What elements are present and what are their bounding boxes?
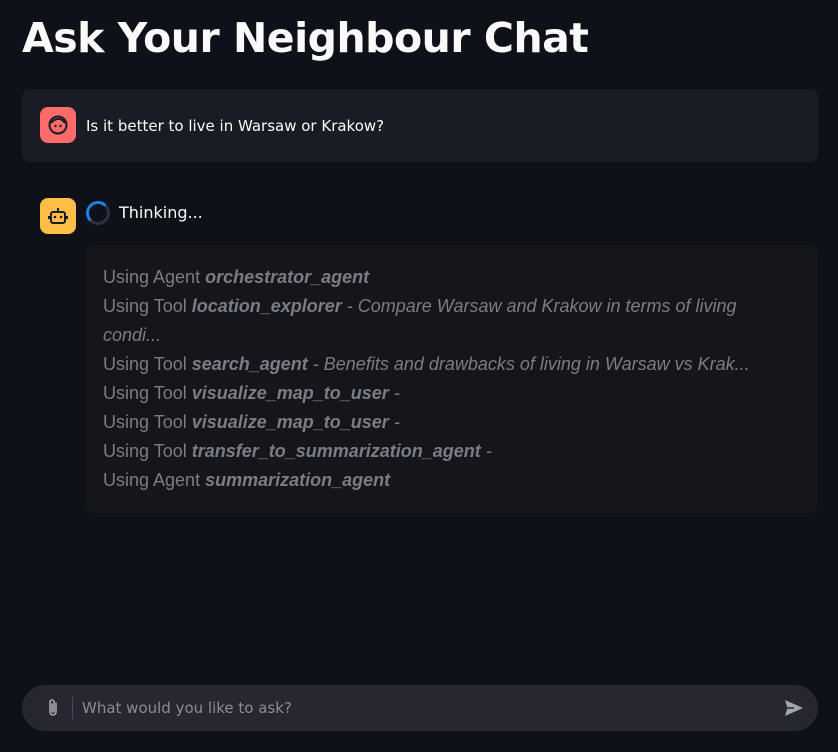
- chat-input-bar: [22, 685, 818, 731]
- agent-status-panel: Using Agent orchestrator_agent Using Too…: [85, 245, 818, 513]
- user-avatar: [40, 107, 76, 143]
- user-message: Is it better to live in Warsaw or Krakow…: [22, 89, 818, 162]
- chat-input[interactable]: [82, 693, 762, 723]
- robot-icon: [48, 208, 68, 224]
- status-step: Using Tool visualize_map_to_user -: [103, 412, 400, 432]
- user-message-text: Is it better to live in Warsaw or Krakow…: [86, 117, 385, 135]
- status-step: Using Tool search_agent - Benefits and d…: [103, 354, 750, 374]
- status-step: Using Tool visualize_map_to_user -: [103, 383, 400, 403]
- page-title: Ask Your Neighbour Chat: [22, 14, 589, 62]
- face-icon: [48, 115, 68, 135]
- status-step: Using Agent summarization_agent: [103, 470, 391, 490]
- attach-button[interactable]: [42, 697, 64, 719]
- status-step: Using Tool location_explorer - Compare W…: [103, 296, 737, 316]
- send-icon: [785, 700, 803, 716]
- status-step: Using Agent orchestrator_agent: [103, 267, 370, 287]
- loading-spinner-icon: [86, 201, 110, 225]
- thinking-status: Thinking...: [119, 203, 203, 222]
- chat-page: Ask Your Neighbour Chat Is it better to …: [0, 0, 838, 752]
- status-step: Using Tool transfer_to_summarization_age…: [103, 441, 492, 461]
- status-step: condi...: [103, 325, 162, 345]
- input-divider: [72, 697, 73, 719]
- send-button[interactable]: [782, 696, 806, 720]
- paperclip-icon: [49, 699, 57, 716]
- assistant-avatar: [40, 198, 76, 234]
